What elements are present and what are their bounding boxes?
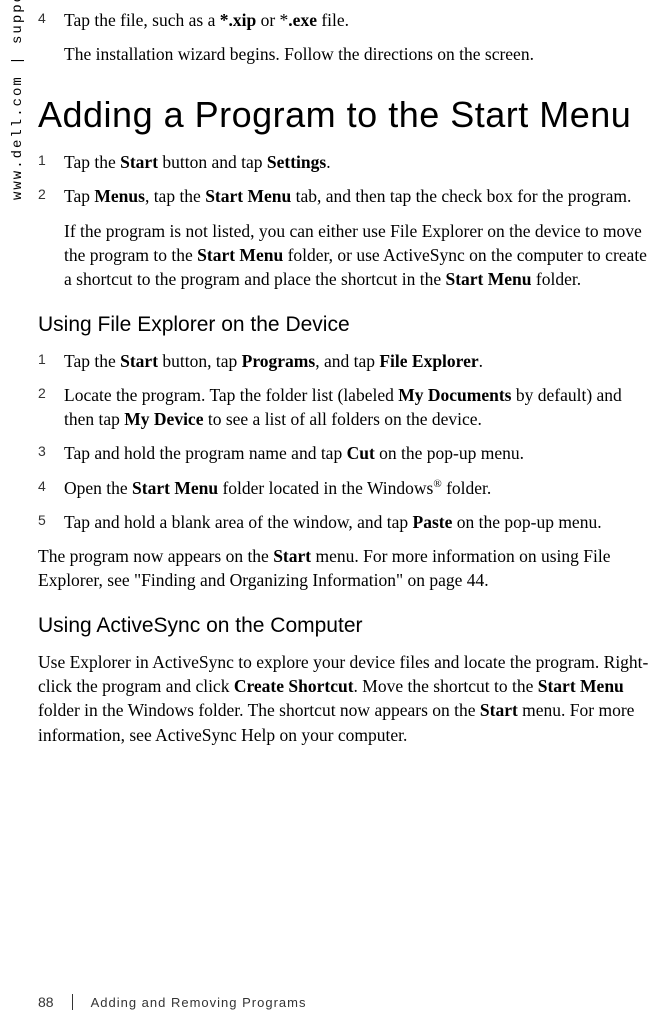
- text: , and tap: [315, 351, 379, 371]
- bold-text: My Device: [124, 409, 203, 429]
- step-number: 5: [38, 510, 64, 534]
- text: Tap the file, such as a: [64, 10, 220, 30]
- text: to see a list of all folders on the devi…: [203, 409, 481, 429]
- text: file.: [317, 10, 349, 30]
- step-number: 1: [38, 349, 64, 373]
- step-2: 2 Tap Menus, tap the Start Menu tab, and…: [38, 184, 652, 291]
- text: . Move the shortcut to the: [354, 676, 538, 696]
- text: Open the: [64, 478, 132, 498]
- text: Locate the program. Tap the folder list …: [64, 385, 398, 405]
- bold-text: .exe: [288, 10, 317, 30]
- bold-text: Start: [480, 700, 518, 720]
- text: , tap the: [145, 186, 205, 206]
- bold-text: Start: [120, 351, 158, 371]
- bold-text: Start Menu: [197, 245, 283, 265]
- bold-text: *.xip: [220, 10, 256, 30]
- text: .: [326, 152, 330, 172]
- fe-step-5: 5 Tap and hold a blank area of the windo…: [38, 510, 652, 534]
- text: or *: [256, 10, 288, 30]
- bold-text: Menus: [94, 186, 145, 206]
- step-number: 4: [38, 8, 64, 66]
- page-content: 4 Tap the file, such as a *.xip or *.exe…: [38, 0, 652, 747]
- text: on the pop-up menu.: [452, 512, 601, 532]
- step-text: Locate the program. Tap the folder list …: [64, 383, 652, 431]
- text: folder located in the Windows: [218, 478, 433, 498]
- registered-symbol: ®: [433, 478, 441, 490]
- text: Tap and hold a blank area of the window,…: [64, 512, 413, 532]
- step-text: Tap the Start button, tap Programs, and …: [64, 349, 652, 373]
- bold-text: Create Shortcut: [234, 676, 354, 696]
- text: Tap the: [64, 152, 120, 172]
- step-number: 3: [38, 441, 64, 465]
- bold-text: Start Menu: [132, 478, 218, 498]
- bold-text: Cut: [347, 443, 375, 463]
- text: folder.: [442, 478, 492, 498]
- bold-text: Paste: [413, 512, 453, 532]
- sidebar-url: www.dell.com | support.dell.com: [10, 0, 26, 200]
- step-number: 1: [38, 150, 64, 174]
- bold-text: Start Menu: [205, 186, 291, 206]
- step-text: Tap Menus, tap the Start Menu tab, and t…: [64, 184, 652, 291]
- step-number: 2: [38, 383, 64, 431]
- text: The program now appears on the: [38, 546, 273, 566]
- step-text: Tap and hold the program name and tap Cu…: [64, 441, 652, 465]
- bold-text: Start Menu: [538, 676, 624, 696]
- step-text: Open the Start Menu folder located in th…: [64, 476, 652, 500]
- footer-divider: [72, 994, 73, 1010]
- text: folder in the Windows folder. The shortc…: [38, 700, 480, 720]
- bold-text: File Explorer: [379, 351, 478, 371]
- footer-title: Adding and Removing Programs: [91, 995, 307, 1010]
- text: Tap: [64, 186, 94, 206]
- heading-2-file-explorer: Using File Explorer on the Device: [38, 313, 652, 337]
- bold-text: Start: [273, 546, 311, 566]
- text: folder.: [532, 269, 582, 289]
- fe-step-3: 3 Tap and hold the program name and tap …: [38, 441, 652, 465]
- bold-text: Settings: [267, 152, 326, 172]
- text: The installation wizard begins. Follow t…: [64, 42, 652, 66]
- bold-text: Start Menu: [445, 269, 531, 289]
- step-text: Tap the Start button and tap Settings.: [64, 150, 652, 174]
- step-text: Tap the file, such as a *.xip or *.exe f…: [64, 8, 652, 66]
- text: .: [479, 351, 483, 371]
- step-1: 1 Tap the Start button and tap Settings.: [38, 150, 652, 174]
- paragraph: Use Explorer in ActiveSync to explore yo…: [38, 650, 652, 747]
- fe-step-2: 2 Locate the program. Tap the folder lis…: [38, 383, 652, 431]
- heading-2-activesync: Using ActiveSync on the Computer: [38, 614, 652, 638]
- top-step-4: 4 Tap the file, such as a *.xip or *.exe…: [38, 8, 652, 66]
- text: Tap and hold the program name and tap: [64, 443, 347, 463]
- step-number: 2: [38, 184, 64, 291]
- page-footer: 88 Adding and Removing Programs: [38, 994, 306, 1010]
- page-number: 88: [38, 994, 54, 1010]
- text: tab, and then tap the check box for the …: [291, 186, 631, 206]
- bold-text: My Documents: [398, 385, 511, 405]
- fe-step-4: 4 Open the Start Menu folder located in …: [38, 476, 652, 500]
- paragraph: The program now appears on the Start men…: [38, 544, 652, 592]
- text: Tap the: [64, 351, 120, 371]
- bold-text: Programs: [242, 351, 316, 371]
- step-number: 4: [38, 476, 64, 500]
- heading-1: Adding a Program to the Start Menu: [38, 94, 652, 136]
- bold-text: Start: [120, 152, 158, 172]
- text: button and tap: [158, 152, 267, 172]
- text: button, tap: [158, 351, 242, 371]
- step-text: Tap and hold a blank area of the window,…: [64, 510, 652, 534]
- text: on the pop-up menu.: [375, 443, 524, 463]
- fe-step-1: 1 Tap the Start button, tap Programs, an…: [38, 349, 652, 373]
